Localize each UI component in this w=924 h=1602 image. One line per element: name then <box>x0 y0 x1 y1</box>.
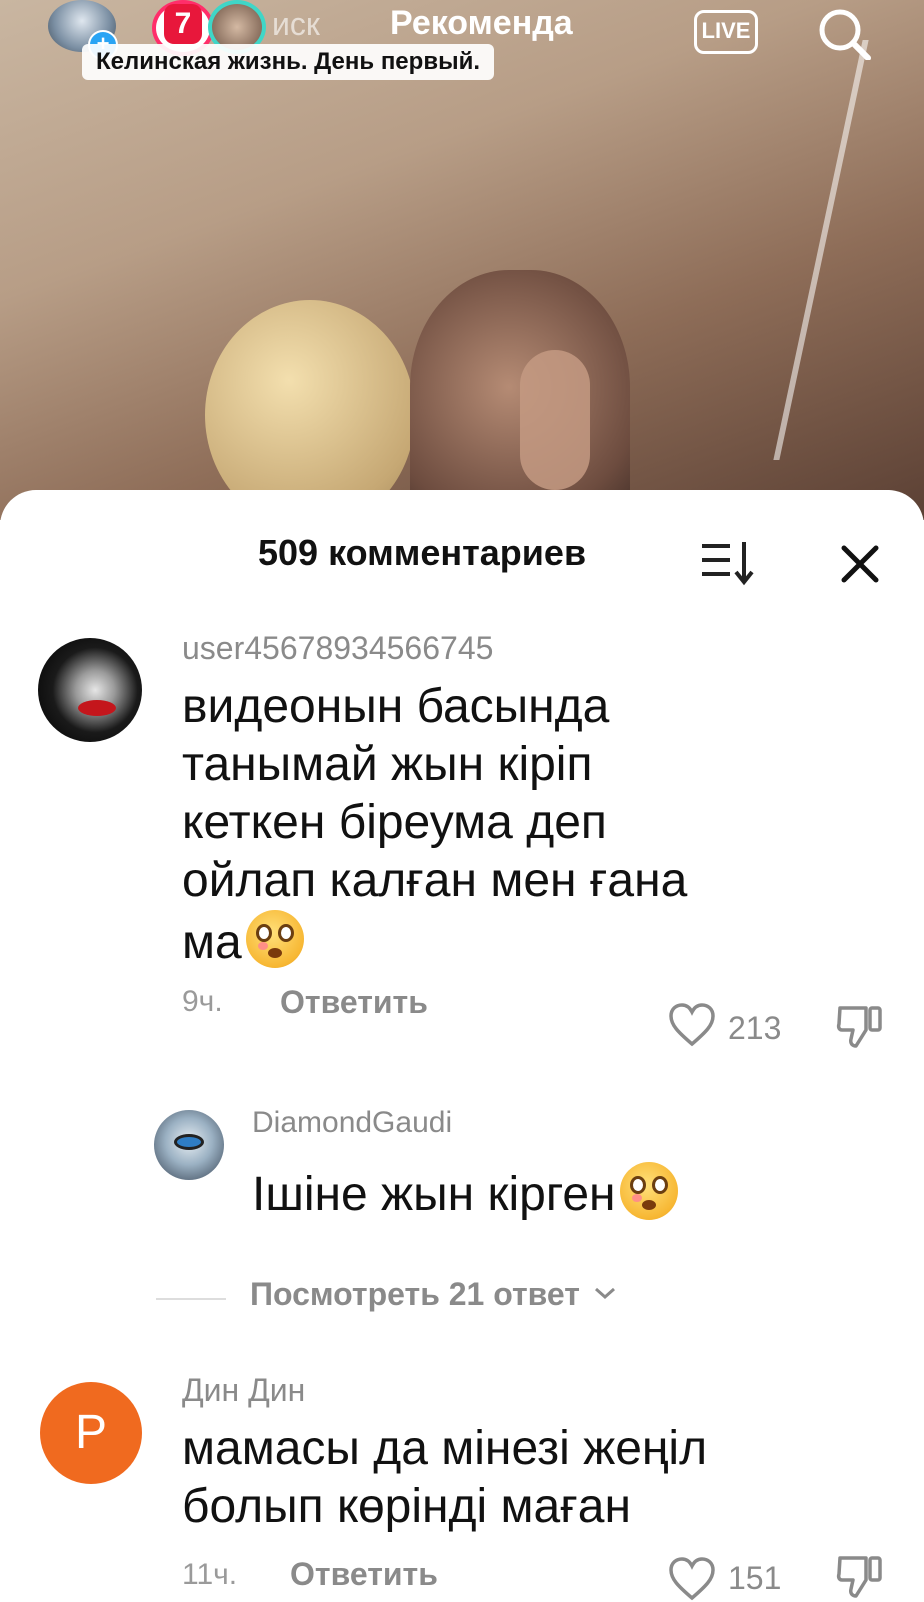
close-icon[interactable] <box>838 542 882 586</box>
comment-line: ма <box>182 910 832 972</box>
reply-text-content: Ішіне жын кірген <box>252 1168 616 1221</box>
comment-text: видеонын басында танымай жын кіріп кетке… <box>182 678 832 972</box>
comment-time: 9ч. <box>182 985 223 1018</box>
avatar[interactable] <box>38 638 142 742</box>
comments-count-title: 509 комментариев <box>258 532 587 573</box>
view-replies-label: Посмотреть 21 ответ <box>250 1276 580 1312</box>
flushed-face-emoji-icon <box>245 910 304 968</box>
video-caption: Келинская жизнь. День первый. <box>82 44 494 80</box>
reply-button[interactable]: Ответить <box>290 1556 438 1593</box>
comment-line: мамасы да мінезі жеңіл <box>182 1422 708 1475</box>
comment-line: ойлап калған мен ғана <box>182 854 688 907</box>
view-replies-button[interactable]: Посмотреть 21 ответ <box>250 1276 617 1313</box>
comment-line: кеткен біреума деп <box>182 796 607 849</box>
heart-icon[interactable] <box>668 1556 716 1602</box>
flushed-face-emoji-icon <box>619 1162 678 1220</box>
eye-icon <box>174 1134 204 1150</box>
heart-icon[interactable] <box>668 1002 716 1048</box>
comment-username[interactable]: DiamondGaudi <box>252 1106 452 1140</box>
comment-line: танымай жын кіріп <box>182 738 593 791</box>
sort-icon[interactable] <box>700 538 756 586</box>
tab-search[interactable]: иск <box>272 6 320 43</box>
comment-time: 11ч. <box>182 1558 238 1591</box>
dislike-icon[interactable] <box>836 1552 884 1600</box>
comment-username[interactable]: user45678934566745 <box>182 630 493 667</box>
comment-username[interactable]: Дин Дин <box>182 1372 305 1409</box>
like-count: 213 <box>728 1010 782 1046</box>
search-icon[interactable] <box>814 6 874 60</box>
dislike-icon[interactable] <box>836 1002 884 1050</box>
reply-button[interactable]: Ответить <box>280 984 428 1021</box>
comment-line-text: ма <box>182 916 242 969</box>
divider <box>156 1298 226 1300</box>
avatar[interactable] <box>154 1110 224 1180</box>
live-icon[interactable]: LIVE <box>694 10 758 54</box>
comment-text: мамасы да мінезі жеңіл болып көрінді мағ… <box>182 1420 832 1536</box>
reply-text: Ішіне жын кірген <box>252 1162 902 1224</box>
channel-7-icon: 7 <box>164 4 202 44</box>
lips-icon <box>78 700 116 716</box>
comment-line: видеонын басында <box>182 680 610 733</box>
balloon-image <box>205 300 415 520</box>
avatar-initial: P <box>74 1406 107 1459</box>
tab-recommended[interactable]: Рекоменда <box>390 4 573 43</box>
chevron-down-icon <box>594 1287 615 1300</box>
ceiling-light-strip <box>773 40 909 460</box>
comment-line: болып көрінді маған <box>182 1480 631 1533</box>
hand-image <box>520 350 590 490</box>
avatar-letter[interactable]: P <box>40 1382 142 1484</box>
like-count: 151 <box>728 1560 782 1596</box>
